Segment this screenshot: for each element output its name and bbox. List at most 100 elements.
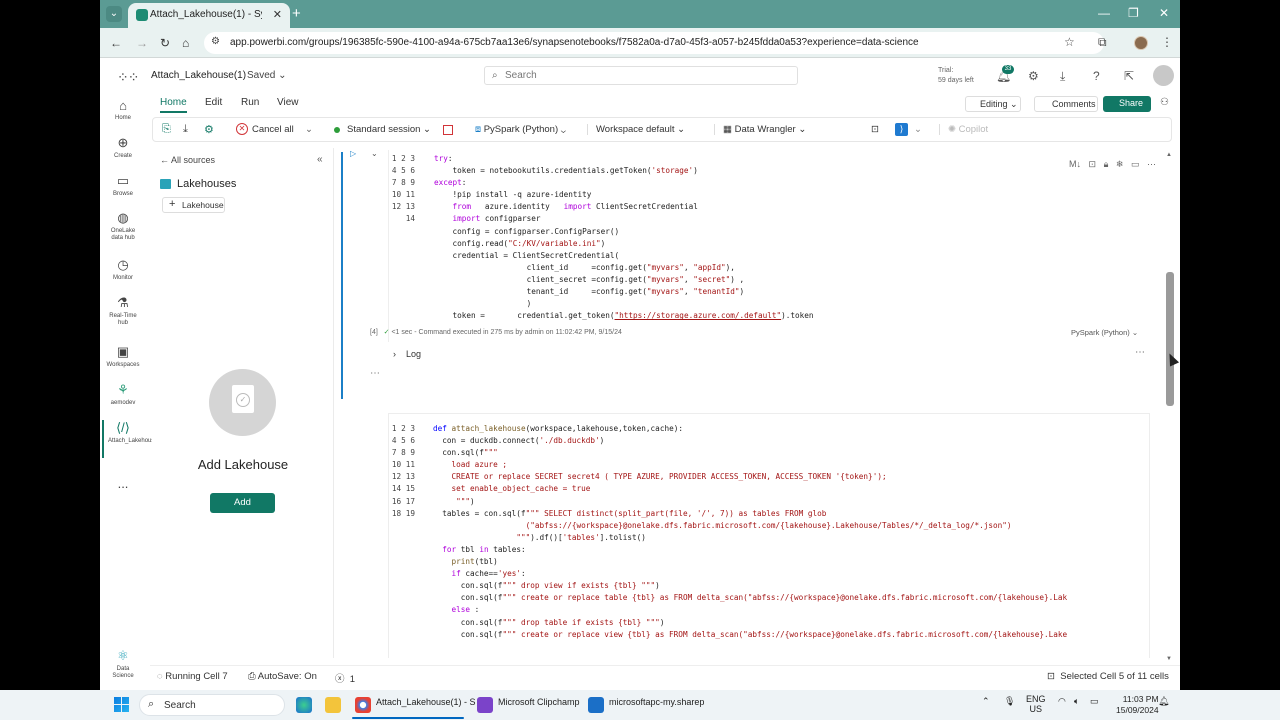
chrome-icon[interactable] (355, 697, 371, 713)
editing-mode-button[interactable]: Editing ⌄ (965, 96, 1021, 112)
clipchamp-icon[interactable] (477, 697, 493, 713)
wifi-icon[interactable]: ◠ (1058, 696, 1066, 707)
tab-home[interactable]: Home (160, 97, 187, 108)
favorite-star-icon[interactable]: ☆ (1064, 35, 1075, 49)
comment-icon[interactable]: ▭ (1131, 159, 1140, 169)
rail-data-science[interactable]: ⚛ Data Science (100, 648, 146, 680)
stop-session-icon[interactable] (443, 125, 453, 135)
gear-icon[interactable]: ⚙ (1028, 69, 1039, 83)
extensions-icon[interactable]: ⧉ (1098, 35, 1107, 50)
microphone-icon[interactable]: 🎙︎ (1004, 696, 1015, 707)
rail-browse[interactable]: ▭ Browse (100, 173, 146, 198)
collapse-explorer-icon[interactable]: « (317, 154, 323, 165)
maximize-icon[interactable]: ❐ (1128, 6, 1139, 20)
comments-button[interactable]: Comments (1034, 96, 1098, 112)
tab-menu-icon[interactable]: ⌄ (106, 6, 122, 22)
volume-icon[interactable]: 🔈︎ (1074, 696, 1079, 707)
freeze-icon[interactable]: ❄ (1116, 159, 1124, 169)
notification-center-icon[interactable]: 🔔︎ (1158, 696, 1169, 707)
windows-start-icon[interactable] (114, 697, 129, 712)
share-button[interactable]: Share (1103, 96, 1151, 112)
edge-copilot-icon[interactable] (296, 697, 312, 713)
tab-run[interactable]: Run (241, 97, 259, 108)
close-window-icon[interactable]: ✕ (1159, 6, 1169, 20)
session-dropdown[interactable]: Standard session ⌄ (347, 124, 431, 135)
error-count[interactable]: ⓧ 1 (335, 671, 355, 685)
back-icon[interactable]: ← (110, 36, 122, 50)
reload-icon[interactable]: ↻ (160, 36, 170, 50)
vscode-chevron-icon[interactable]: ⌄ (914, 124, 922, 135)
tab-close-icon[interactable]: ✕ (273, 8, 282, 21)
log-toggle[interactable]: › Log (393, 349, 421, 359)
user-avatar[interactable] (1153, 65, 1174, 86)
cell-more-icon[interactable]: ⋯ (370, 368, 380, 379)
run-options-chevron-icon[interactable]: ⌄ (371, 149, 378, 158)
scroll-down-icon[interactable]: ▼ (1166, 656, 1172, 662)
collab-icon[interactable]: ⚇ (1160, 97, 1169, 108)
taskbar-search[interactable]: ⌕ Search (139, 694, 285, 716)
site-info-icon[interactable]: ⚙ (211, 36, 220, 47)
taskbar-app-chrome[interactable]: Attach_Lakehouse(1) - S (376, 697, 476, 707)
autosave-status[interactable]: ⎙ AutoSave: On (248, 671, 317, 682)
forward-icon[interactable]: → (136, 36, 148, 50)
code-text-2[interactable]: def attach_lakehouse(workspace,lakehouse… (433, 423, 1067, 641)
download-icon[interactable]: ⤓ (1060, 69, 1065, 84)
data-wrangler-button[interactable]: ▦ Data Wrangler ⌄ (714, 124, 806, 135)
search-input[interactable]: ⌕ Search (484, 66, 798, 85)
browser-tab[interactable]: Attach_Lakehouse(1) - Synapse ✕ (128, 3, 290, 28)
add-lakehouse-button[interactable]: Add (210, 493, 275, 513)
scroll-up-icon[interactable]: ▲ (1166, 152, 1172, 158)
more-options-icon[interactable]: ⋯ (1147, 159, 1156, 169)
download-notebook-icon[interactable]: ⤓ (183, 123, 188, 136)
rail-more[interactable]: ... (100, 476, 146, 491)
tray-chevron-icon[interactable]: ⌃ (982, 696, 990, 707)
url-field[interactable]: ⚙ app.powerbi.com/groups/196385fc-590e-4… (204, 32, 1104, 54)
layout-icon[interactable]: ⊡ (871, 124, 879, 135)
environment-dropdown[interactable]: Workspace default ⌄ (587, 124, 685, 135)
scrollbar-thumb[interactable] (1166, 272, 1174, 406)
cancel-all-chevron-icon[interactable]: ⌄ (305, 124, 313, 135)
code-cell-5[interactable]: 1 2 3 4 5 6 7 8 9 10 11 12 13 14 15 16 1… (388, 413, 1150, 658)
home-browser-icon[interactable]: ⌂ (182, 36, 189, 50)
taskbar-app-sharepoint[interactable]: microsoftapc-my.sharep (609, 697, 704, 707)
run-cell-icon[interactable]: ▷ (350, 149, 356, 158)
notebook-scrollbar[interactable] (1165, 148, 1177, 665)
rail-workspaces[interactable]: ▣ Workspaces (100, 344, 146, 369)
tab-view[interactable]: View (277, 97, 299, 108)
code-cell-4[interactable]: M↓ ⊡ 🔒︎ ❄ ▭ ⋯ 🗑︎ 1 2 3 4 5 6 7 8 9 10 11… (388, 150, 1175, 342)
save-icon[interactable]: ⎘ (162, 123, 171, 136)
cancel-icon[interactable]: ✕ (236, 123, 248, 135)
code-text[interactable]: try: token = notebookutils.credentials.g… (434, 153, 814, 322)
help-icon[interactable]: ? (1093, 69, 1100, 83)
markdown-icon[interactable]: M↓ (1069, 159, 1081, 169)
all-sources-link[interactable]: ← All sources (160, 155, 215, 165)
saved-status[interactable]: Saved ⌄ (247, 70, 287, 81)
copilot-button[interactable]: ✺ Copilot (939, 124, 988, 135)
clock[interactable]: 11:03 PM 15/09/2024 (1116, 694, 1159, 716)
rail-home[interactable]: ⌂ Home (100, 98, 146, 122)
taskbar-app-clipchamp[interactable]: Microsoft Clipchamp (498, 697, 580, 707)
vscode-icon[interactable]: ⟩ (895, 123, 908, 136)
rail-aemodev[interactable]: ⚘ aemodev (100, 382, 146, 407)
log-more-icon[interactable]: ⋯ (1135, 347, 1145, 358)
battery-icon[interactable]: ▭ (1090, 696, 1099, 707)
share-link-icon[interactable]: ⇱ (1124, 69, 1134, 83)
cell-expand-icon[interactable]: ⊡ (1089, 159, 1097, 169)
input-language[interactable]: ENG US (1026, 694, 1046, 714)
language-dropdown[interactable]: ⧈ PySpark (Python) ⌄ (475, 124, 566, 135)
cancel-all-button[interactable]: Cancel all (252, 124, 294, 135)
rail-notebook[interactable]: ⟨/⟩ Attach_Lakehouse(1) (100, 420, 165, 445)
rail-create[interactable]: ⊕ Create (100, 135, 146, 160)
running-status[interactable]: ◌ Running Cell 7 (157, 671, 228, 682)
rail-monitor[interactable]: ◷ Monitor (100, 257, 146, 282)
new-tab-icon[interactable]: + (292, 6, 301, 21)
rail-onelake[interactable]: ◍ OneLake data hub (100, 210, 146, 242)
minimize-icon[interactable]: — (1098, 6, 1110, 20)
rail-realtime[interactable]: ⚗ Real-Time hub (100, 295, 146, 327)
settings-icon[interactable]: ⚙ (204, 123, 214, 136)
tab-edit[interactable]: Edit (205, 97, 222, 108)
app-launcher-icon[interactable]: ⁘⁘ (117, 69, 139, 86)
cell-language[interactable]: PySpark (Python) ⌄ (1071, 328, 1138, 337)
file-explorer-icon[interactable] (325, 697, 341, 713)
add-lakehouse-chip[interactable]: + Lakehouse (162, 197, 225, 213)
